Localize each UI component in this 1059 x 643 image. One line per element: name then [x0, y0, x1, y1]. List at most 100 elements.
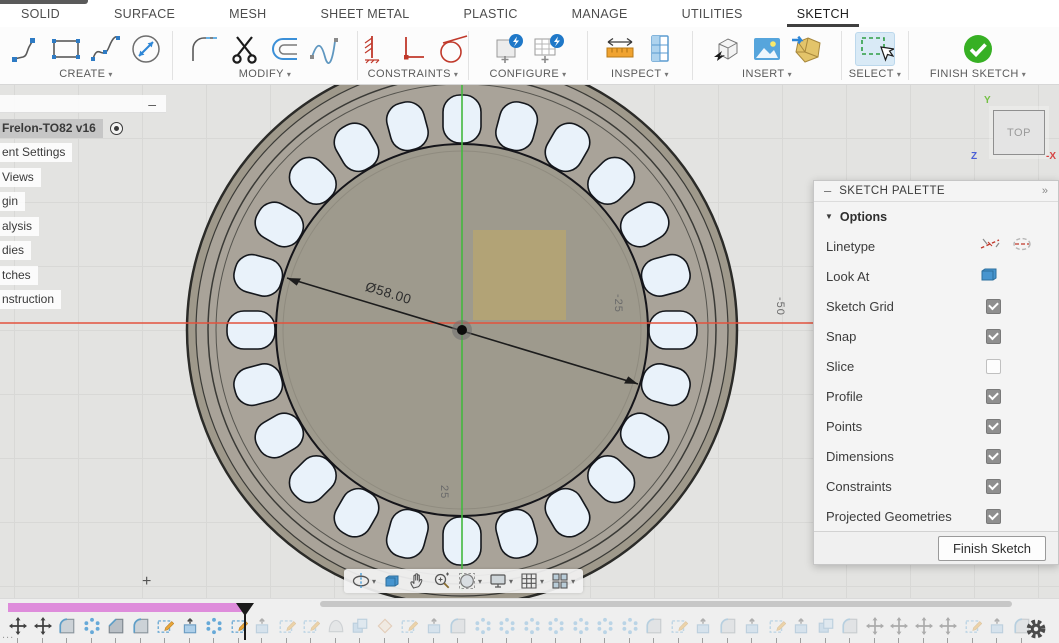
ribbon-tab[interactable]: SKETCH [793, 0, 854, 27]
document-name[interactable]: Frelon-TO82 v16 [0, 119, 103, 138]
checkbox[interactable] [986, 389, 1001, 404]
timeline-feature-suppressed[interactable] [424, 617, 444, 641]
timeline-feature[interactable] [106, 617, 126, 641]
timeline-feature-suppressed[interactable] [791, 617, 811, 641]
browser-item[interactable]: ent Settings [0, 143, 170, 162]
checkbox[interactable] [986, 419, 1001, 434]
modify-offset-button[interactable] [268, 32, 302, 66]
timeline-feature-suppressed[interactable] [644, 617, 664, 641]
timeline-feature-suppressed[interactable] [938, 617, 958, 641]
checkbox[interactable] [986, 449, 1001, 464]
pan-button[interactable] [408, 572, 426, 590]
timeline-feature-suppressed[interactable] [252, 617, 272, 641]
modify-trim-button[interactable] [228, 32, 262, 66]
sketch-palette-header[interactable]: – SKETCH PALETTE » [814, 181, 1058, 202]
configure-configuration-button[interactable] [491, 32, 525, 66]
timeline-feature-suppressed[interactable] [669, 617, 689, 641]
timeline-feature[interactable] [204, 617, 224, 641]
timeline-feature-suppressed[interactable] [693, 617, 713, 641]
insert-derive-button[interactable] [710, 32, 744, 66]
configure-table-button[interactable] [531, 32, 565, 66]
create-circle-diameter-button[interactable] [129, 32, 163, 66]
timeline-group-bar[interactable] [8, 603, 246, 612]
checkbox[interactable] [986, 509, 1001, 524]
chevron-down-icon[interactable]: ▾ [540, 577, 544, 586]
timeline-feature-suppressed[interactable] [718, 617, 738, 641]
finish-sketch-dropdown[interactable]: FINISH SKETCH▾ [930, 68, 1026, 80]
timeline-feature[interactable] [82, 617, 102, 641]
look-at-icon[interactable] [979, 266, 999, 287]
select-dropdown[interactable]: SELECT▾ [849, 68, 902, 80]
checkbox[interactable] [986, 329, 1001, 344]
ribbon-tab[interactable]: SOLID [17, 0, 64, 27]
centerline-linetype-icon[interactable] [1011, 235, 1033, 258]
timeline-feature-suppressed[interactable] [571, 617, 591, 641]
fit-button[interactable]: ▾ [458, 572, 482, 590]
timeline-feature[interactable] [131, 617, 151, 641]
ribbon-tab[interactable]: SURFACE [110, 0, 179, 27]
timeline-feature-suppressed[interactable] [522, 617, 542, 641]
timeline-feature-suppressed[interactable] [767, 617, 787, 641]
modify-fillet-button[interactable] [188, 32, 222, 66]
timeline-scrollbar[interactable] [320, 601, 1012, 607]
timeline-feature-suppressed[interactable] [301, 617, 321, 641]
timeline-feature[interactable] [155, 617, 175, 641]
ribbon-tab[interactable]: MANAGE [568, 0, 632, 27]
select-button[interactable] [855, 32, 895, 66]
browser-item-document[interactable]: Frelon-TO82 v16 [0, 119, 170, 138]
viewcube[interactable]: TOP [993, 110, 1045, 155]
timeline-feature-suppressed[interactable] [987, 617, 1007, 641]
collapse-minus-icon[interactable]: – [148, 99, 156, 109]
timeline-feature-suppressed[interactable] [399, 617, 419, 641]
timeline-feature-suppressed[interactable] [350, 617, 370, 641]
timeline-feature[interactable] [33, 617, 53, 641]
timeline-feature-suppressed[interactable] [816, 617, 836, 641]
collapse-minus-icon[interactable]: – [824, 183, 831, 198]
insert-mesh-button[interactable] [790, 32, 824, 66]
timeline-feature-suppressed[interactable] [595, 617, 615, 641]
inspect-dropdown[interactable]: INSPECT▾ [611, 68, 669, 80]
timeline-playhead-line[interactable] [244, 603, 246, 640]
ribbon-tab[interactable]: PLASTIC [459, 0, 521, 27]
constraint-tangent-button[interactable] [436, 32, 470, 66]
chevron-down-icon[interactable]: ▾ [509, 577, 513, 586]
create-line-button[interactable] [9, 32, 43, 66]
checkbox[interactable] [986, 479, 1001, 494]
timeline-feature[interactable] [57, 617, 77, 641]
timeline-feature-suppressed[interactable] [448, 617, 468, 641]
browser-item[interactable]: nstruction [0, 290, 170, 309]
timeline-feature-suppressed[interactable] [326, 617, 346, 641]
modify-dropdown[interactable]: MODIFY▾ [239, 68, 292, 80]
chevron-down-icon[interactable]: ▾ [571, 577, 575, 586]
zoom-button[interactable] [433, 572, 451, 590]
timeline-feature-suppressed[interactable] [963, 617, 983, 641]
timeline-feature-suppressed[interactable] [840, 617, 860, 641]
timeline-feature-suppressed[interactable] [473, 617, 493, 641]
viewcube-face-label[interactable]: TOP [1007, 127, 1031, 139]
timeline-feature-suppressed[interactable] [914, 617, 934, 641]
browser-item[interactable]: Views [0, 168, 170, 187]
configure-dropdown[interactable]: CONFIGURE▾ [489, 68, 566, 80]
browser-item[interactable]: dies [0, 241, 170, 260]
timeline-settings-gear-icon[interactable] [1026, 619, 1046, 639]
constraint-fix-button[interactable] [356, 32, 390, 66]
timeline-feature[interactable] [180, 617, 200, 641]
timeline-feature-suppressed[interactable] [277, 617, 297, 641]
palette-options-section[interactable]: ▼ Options [814, 202, 1058, 232]
timeline-feature-suppressed[interactable] [742, 617, 762, 641]
viewports-button[interactable]: ▾ [551, 572, 575, 590]
insert-dropdown[interactable]: INSERT▾ [742, 68, 792, 80]
browser-item[interactable]: alysis [0, 217, 170, 236]
browser-add-plus-icon[interactable]: + [142, 573, 151, 591]
timeline-feature-suppressed[interactable] [865, 617, 885, 641]
browser-item[interactable]: gin [0, 192, 170, 211]
finish-sketch-button[interactable] [961, 32, 995, 66]
visibility-radio-icon[interactable] [110, 122, 123, 135]
timeline-feature-suppressed[interactable] [889, 617, 909, 641]
timeline-feature-suppressed[interactable] [497, 617, 517, 641]
constraint-horizontal-vertical-button[interactable] [396, 32, 430, 66]
look-at-button[interactable] [383, 572, 401, 590]
chevron-down-icon[interactable]: ▾ [478, 577, 482, 586]
checkbox[interactable] [986, 359, 1001, 374]
browser-item[interactable]: tches [0, 266, 170, 285]
